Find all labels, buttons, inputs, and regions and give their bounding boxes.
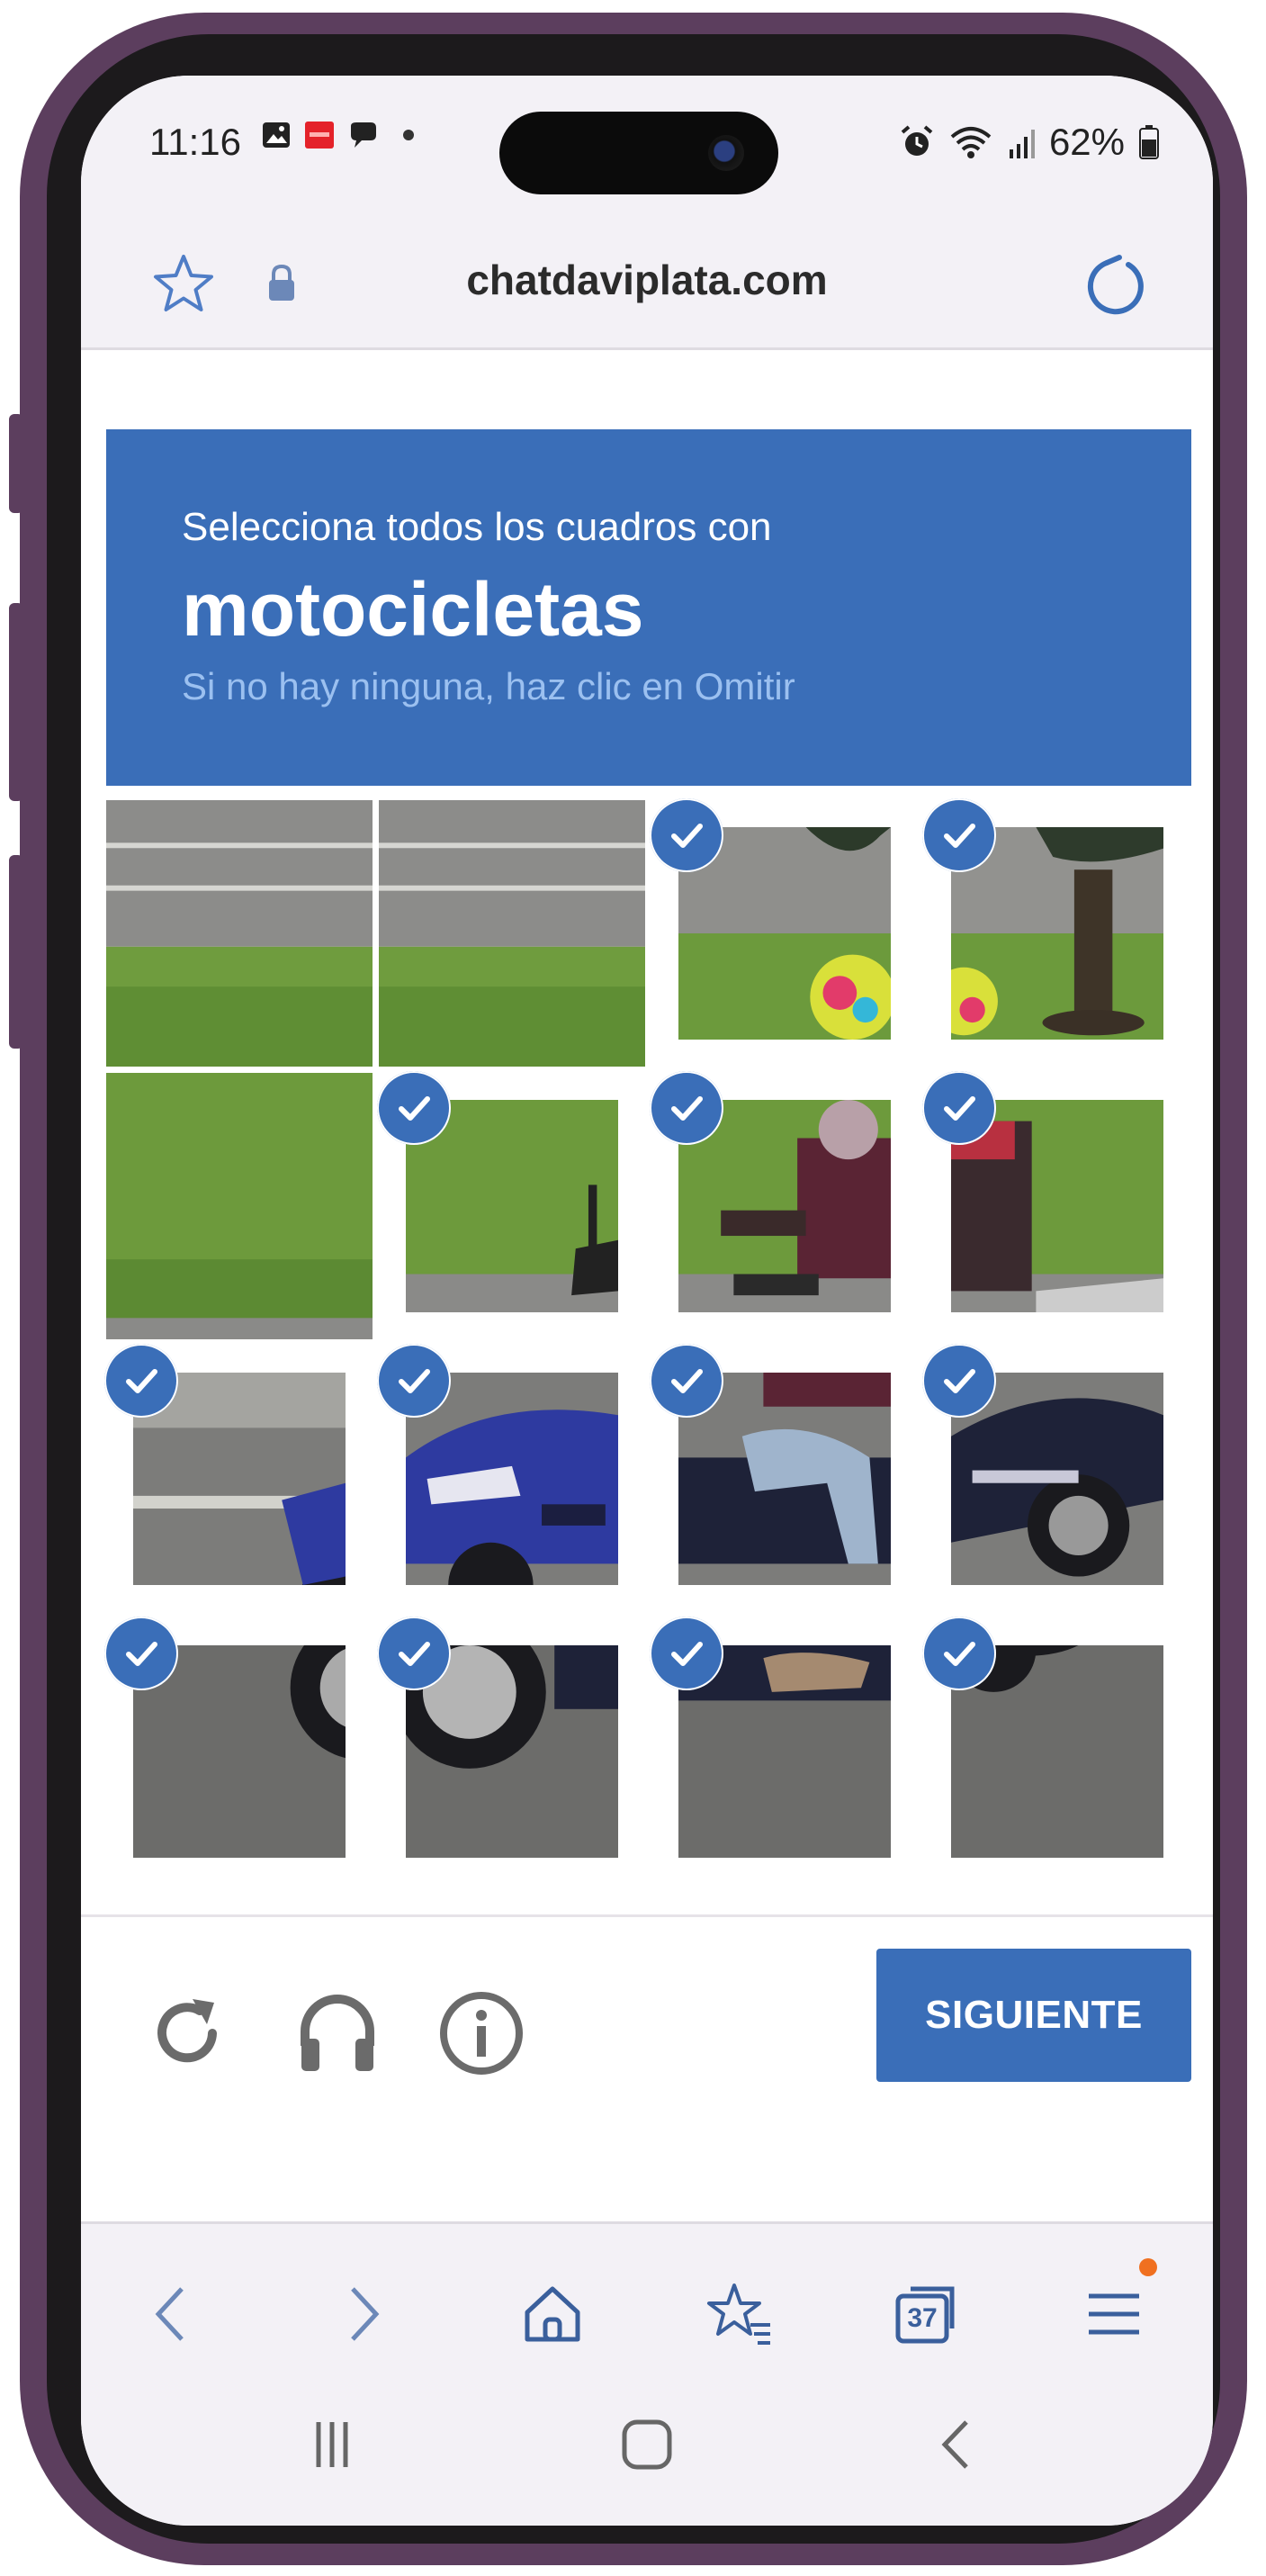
status-bar: 11:16 62% [81, 76, 1213, 211]
image-icon [263, 122, 290, 148]
back-icon[interactable] [137, 2278, 209, 2350]
checkmark-icon [922, 1344, 996, 1418]
system-back-icon[interactable] [925, 2413, 988, 2476]
volume-up-button [9, 603, 23, 801]
captcha-grid [104, 798, 1191, 1885]
captcha-tile[interactable] [377, 1344, 645, 1612]
captcha-hint: Si no hay ninguna, haz clic en Omitir [182, 665, 795, 707]
wifi-icon [950, 127, 992, 158]
captcha-tile[interactable] [922, 1071, 1190, 1339]
front-camera [499, 112, 778, 194]
captcha-tile[interactable] [104, 1344, 373, 1612]
status-right: 62% [900, 121, 1159, 164]
url-text[interactable]: chatdaviplata.com [81, 256, 1213, 304]
captcha-tile[interactable] [106, 1073, 373, 1339]
captcha-keyword: motocicletas [182, 567, 644, 652]
tile-image [106, 800, 373, 1067]
menu-notification-dot [1139, 2258, 1157, 2276]
reload-icon[interactable] [142, 1988, 232, 2078]
bookmarks-icon[interactable] [704, 2278, 776, 2350]
captcha-tile[interactable] [922, 798, 1190, 1067]
bottom-navigation: 37 [81, 2221, 1213, 2526]
battery-icon [1139, 125, 1159, 159]
status-time: 11:16 [149, 121, 241, 163]
recent-apps-icon[interactable] [301, 2413, 364, 2476]
alarm-icon [901, 125, 933, 156]
page-reload-icon[interactable] [1080, 250, 1152, 322]
tile-image [106, 1073, 373, 1339]
checkmark-icon [922, 1071, 996, 1145]
captcha-tile[interactable] [104, 1617, 373, 1885]
captcha-tile[interactable] [106, 800, 373, 1067]
signal-icon [1009, 130, 1035, 158]
next-button[interactable]: SIGUIENTE [876, 1949, 1191, 2082]
checkmark-icon [650, 1071, 723, 1145]
info-icon[interactable] [436, 1988, 526, 2078]
tabs-button[interactable]: 37 [893, 2278, 965, 2350]
captcha-tile[interactable] [650, 1071, 918, 1339]
checkmark-icon [650, 1617, 723, 1690]
captcha-tile[interactable] [379, 800, 645, 1067]
chat-bubble-icon [351, 122, 376, 148]
camera-lens [708, 135, 744, 171]
captcha-tile[interactable] [922, 1617, 1190, 1885]
captcha-banner: Selecciona todos los cuadros con motocic… [106, 429, 1191, 786]
checkmark-icon [922, 1617, 996, 1690]
side-button [9, 414, 23, 513]
page-content: Selecciona todos los cuadros con motocic… [81, 350, 1213, 2222]
notification-icons [261, 121, 414, 149]
red-app-icon [305, 122, 334, 149]
captcha-tile[interactable] [650, 1617, 918, 1885]
url-bar[interactable]: chatdaviplata.com [81, 211, 1213, 350]
volume-down-button [9, 855, 23, 1049]
checkmark-icon [650, 1344, 723, 1418]
checkmark-icon [104, 1617, 178, 1690]
tile-image [379, 800, 645, 1067]
checkmark-icon [377, 1617, 451, 1690]
menu-icon[interactable] [1078, 2278, 1150, 2350]
battery-percent: 62% [1048, 121, 1125, 163]
captcha-tile[interactable] [922, 1344, 1190, 1612]
footer-divider [81, 1914, 1213, 1917]
headphones-icon[interactable] [292, 1988, 382, 2078]
checkmark-icon [104, 1344, 178, 1418]
checkmark-icon [922, 798, 996, 872]
captcha-instruction: Selecciona todos los cuadros con [182, 505, 772, 549]
captcha-tile[interactable] [377, 1617, 645, 1885]
home-button-icon[interactable] [615, 2413, 678, 2476]
captcha-tile[interactable] [650, 798, 918, 1067]
tabs-count: 37 [907, 2303, 938, 2333]
home-icon[interactable] [516, 2278, 588, 2350]
checkmark-icon [650, 798, 723, 872]
captcha-tile[interactable] [650, 1344, 918, 1612]
checkmark-icon [377, 1071, 451, 1145]
phone-screen: 11:16 62% chatdaviplata.com Selecciona t… [81, 76, 1213, 2526]
captcha-tile[interactable] [377, 1071, 645, 1339]
dot-icon [403, 130, 414, 140]
forward-icon[interactable] [326, 2278, 398, 2350]
checkmark-icon [377, 1344, 451, 1418]
